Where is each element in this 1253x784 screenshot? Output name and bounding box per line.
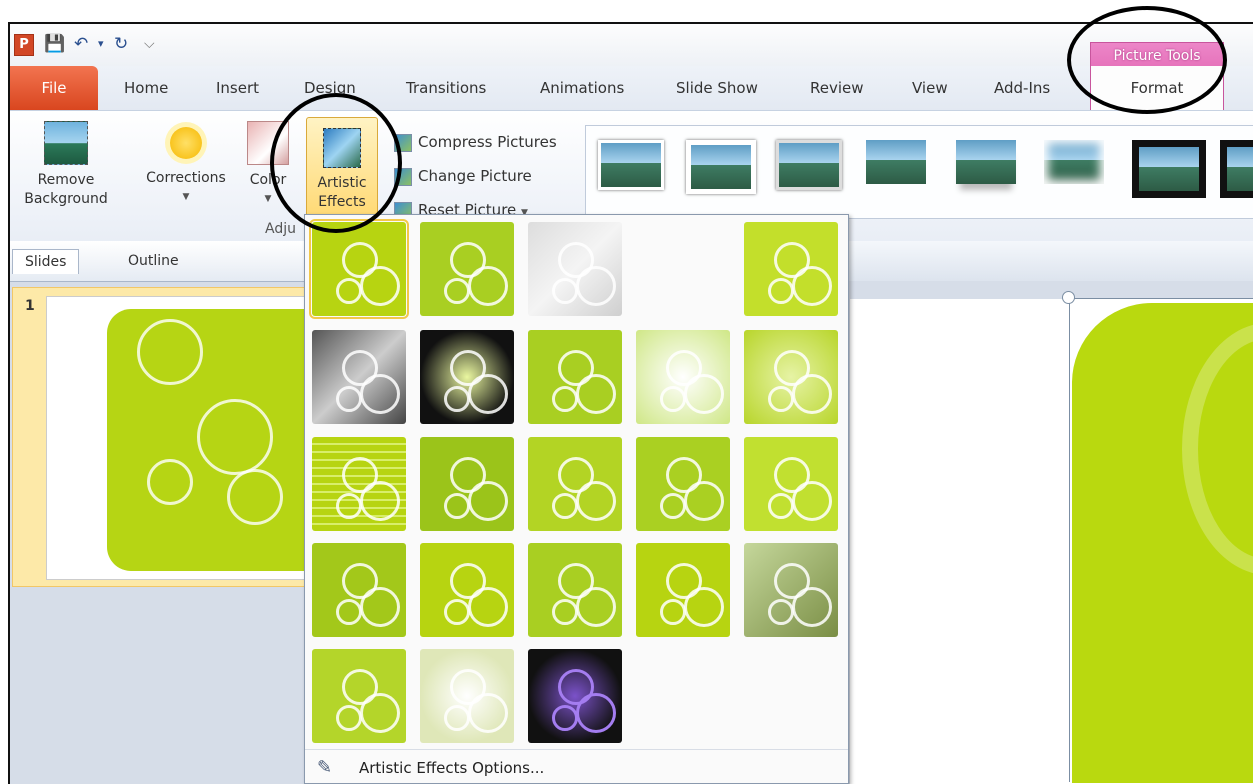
undo-dropdown-icon[interactable]: ▾ [98,33,104,55]
powerpoint-logo-icon: P [14,34,34,56]
tab-transitions[interactable]: Transitions [406,79,486,97]
picture-style-thumb[interactable] [1220,140,1253,198]
remove-background-icon [44,121,88,165]
effects-options-icon: ✎ [317,757,333,778]
artistic-effect-tile[interactable] [528,222,622,316]
tab-slide-show[interactable]: Slide Show [676,79,758,97]
remove-background-button[interactable]: Remove Background [16,121,116,209]
rotation-handle[interactable] [1062,291,1075,304]
tab-outline[interactable]: Outline [116,249,191,273]
undo-icon[interactable]: ↶ [74,33,88,55]
artistic-effect-tile[interactable] [744,330,838,424]
selection-border [1069,298,1070,782]
artistic-effect-tile[interactable] [420,437,514,531]
artistic-effect-tile[interactable] [744,543,838,637]
artistic-effect-tile[interactable] [636,437,730,531]
artistic-effect-tile[interactable] [420,649,514,743]
redo-icon[interactable]: ↻ [114,33,128,55]
corrections-button[interactable]: Corrections ▼ [138,121,234,207]
adjust-group-label: Adju [265,221,296,237]
picture-style-thumb[interactable] [1044,140,1104,184]
slide-thumbnail [46,296,310,580]
customize-icon[interactable]: ⌵ [144,33,155,55]
picture-style-thumb[interactable] [598,140,664,190]
slide-number: 1 [25,298,35,314]
remove-background-label: Remove Background [24,172,108,207]
tab-add-ins[interactable]: Add-Ins [994,79,1050,97]
artistic-effects-options-item[interactable]: ✎ Artistic Effects Options... [305,749,848,784]
compress-pictures-label: Compress Pictures [418,133,557,151]
tab-insert[interactable]: Insert [216,79,259,97]
artistic-effect-tile[interactable] [420,222,514,316]
tab-review[interactable]: Review [810,79,864,97]
picture-style-thumb[interactable] [686,140,756,194]
picture-style-thumb[interactable] [956,140,1016,184]
artistic-effect-tile[interactable] [420,543,514,637]
highlight-circle [1067,6,1227,114]
sun-icon [170,127,202,159]
artistic-effect-tile[interactable] [528,649,622,743]
picture-styles-gallery [585,125,1253,219]
artistic-effect-tile[interactable] [636,330,730,424]
tab-animations[interactable]: Animations [540,79,624,97]
selection-border [1069,298,1253,299]
tab-home[interactable]: Home [124,79,168,97]
artistic-effect-tile[interactable] [312,649,406,743]
artistic-effect-tile[interactable] [420,330,514,424]
artistic-effect-tile[interactable] [636,222,730,316]
artistic-effect-tile[interactable] [312,543,406,637]
artistic-effect-tile[interactable] [636,543,730,637]
artistic-effect-tile[interactable] [528,437,622,531]
corrections-label: Corrections [146,170,226,186]
artistic-effect-tile[interactable] [744,222,838,316]
save-icon[interactable]: 💾 [44,33,65,55]
slide-background-image [107,309,309,571]
artistic-effect-tile[interactable] [309,219,409,319]
highlight-circle [270,93,402,233]
artistic-effect-tile[interactable] [528,543,622,637]
tab-slides[interactable]: Slides [12,249,80,274]
slides-pane: Slides Outline 1 [10,241,312,784]
artistic-effect-tile[interactable] [312,437,406,531]
artistic-effect-tile[interactable] [744,437,838,531]
artistic-effects-menu: ✎ Artistic Effects Options... [304,214,849,784]
artistic-effect-tile[interactable] [528,330,622,424]
slide-thumbnail-item[interactable]: 1 [12,287,312,587]
compress-pictures-button[interactable]: Compress Pictures [394,127,557,157]
change-picture-button[interactable]: Change Picture [394,161,532,191]
picture-style-thumb[interactable] [866,140,926,184]
artistic-effects-options-label: Artistic Effects Options... [359,759,545,777]
picture-style-thumb[interactable] [1132,140,1206,198]
selected-picture[interactable] [1072,303,1253,783]
change-picture-label: Change Picture [418,167,532,185]
picture-style-thumb[interactable] [776,140,842,190]
tab-file[interactable]: File [10,66,98,110]
artistic-effect-tile[interactable] [312,330,406,424]
pane-tabs: Slides Outline [10,241,310,282]
chevron-down-icon: ▼ [182,192,190,202]
ribbon-tabs: File Home Insert Design Transitions Anim… [10,66,1253,111]
tab-view[interactable]: View [912,79,948,97]
